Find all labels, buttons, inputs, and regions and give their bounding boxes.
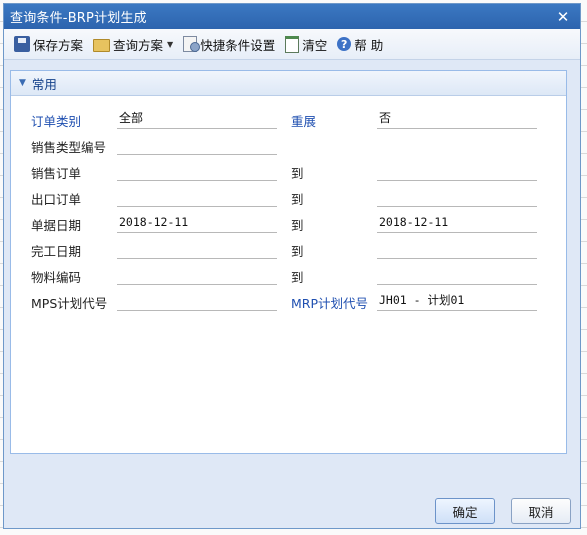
reexpand-label: 重展 — [291, 114, 317, 129]
help-button[interactable]: ? 帮 助 — [337, 35, 383, 54]
row-sales-type: 销售类型编号 — [11, 133, 566, 159]
row-finish-date: 完工日期 到 — [11, 237, 566, 263]
query-scheme-button[interactable]: 查询方案 ▼ — [93, 35, 173, 54]
reexpand-field[interactable]: 否 — [377, 107, 537, 129]
chevron-down-icon: ▼ — [167, 39, 174, 49]
close-icon[interactable]: ✕ — [554, 8, 572, 26]
help-label: 帮 助 — [354, 37, 384, 53]
query-scheme-label: 查询方案 — [113, 37, 164, 53]
row-doc-date: 单据日期 2018-12-11 到 2018-12-11 — [11, 211, 566, 237]
ok-button[interactable]: 确定 — [435, 498, 495, 524]
sales-type-field[interactable] — [117, 133, 277, 155]
order-type-label: 订单类别 — [31, 114, 82, 129]
sales-order-label: 销售订单 — [31, 166, 82, 181]
mrp-label: MRP计划代号 — [291, 296, 369, 311]
trash-icon — [285, 35, 300, 53]
panel-header-common[interactable]: ▼ 常用 — [11, 71, 566, 96]
to-label: 到 — [291, 192, 304, 207]
row-order-type: 订单类别 全部 重展 否 — [11, 107, 566, 133]
material-to-field[interactable] — [377, 263, 537, 285]
doc-date-to-field[interactable]: 2018-12-11 — [377, 211, 537, 233]
quick-condition-label: 快捷条件设置 — [200, 37, 276, 53]
row-export-order: 出口订单 到 — [11, 185, 566, 211]
folder-icon — [93, 39, 111, 52]
clear-button[interactable]: 清空 — [285, 35, 327, 54]
mps-field[interactable] — [117, 289, 277, 311]
common-panel: ▼ 常用 订单类别 全部 重展 否 销售类型编号 销售订单 到 出口订单 到 单… — [10, 70, 567, 454]
clear-label: 清空 — [302, 37, 328, 53]
quick-condition-button[interactable]: 快捷条件设置 — [183, 35, 275, 54]
finish-date-to-field[interactable] — [377, 237, 537, 259]
sales-order-from-field[interactable] — [117, 159, 277, 181]
save-scheme-button[interactable]: 保存方案 — [14, 35, 83, 54]
cancel-button[interactable]: 取消 — [511, 498, 571, 524]
row-material: 物料编码 到 — [11, 263, 566, 289]
material-label: 物料编码 — [31, 270, 82, 285]
save-icon — [14, 36, 30, 52]
finish-date-label: 完工日期 — [31, 244, 82, 259]
toolbar: 保存方案 查询方案 ▼ 快捷条件设置 清空 ? 帮 助 — [4, 29, 580, 60]
material-from-field[interactable] — [117, 263, 277, 285]
to-label: 到 — [291, 218, 304, 233]
export-order-to-field[interactable] — [377, 185, 537, 207]
save-scheme-label: 保存方案 — [33, 37, 84, 53]
title-bar: 查询条件-BRP计划生成 ✕ — [4, 4, 580, 29]
to-label: 到 — [291, 270, 304, 285]
panel-header-label: 常用 — [31, 76, 57, 92]
row-plan-code: MPS计划代号 MRP计划代号 JH01 - 计划01 — [11, 289, 566, 315]
help-icon: ? — [337, 37, 352, 51]
row-sales-order: 销售订单 到 — [11, 159, 566, 185]
finish-date-from-field[interactable] — [117, 237, 277, 259]
quick-settings-icon — [183, 36, 201, 52]
mps-label: MPS计划代号 — [31, 296, 108, 311]
doc-date-label: 单据日期 — [31, 218, 82, 233]
dialog-title: 查询条件-BRP计划生成 — [10, 11, 147, 26]
export-order-from-field[interactable] — [117, 185, 277, 207]
order-type-field[interactable]: 全部 — [117, 107, 277, 129]
chevron-down-icon: ▼ — [19, 78, 26, 88]
doc-date-from-field[interactable]: 2018-12-11 — [117, 211, 277, 233]
to-label: 到 — [291, 166, 304, 181]
mrp-field[interactable]: JH01 - 计划01 — [377, 289, 537, 311]
sales-order-to-field[interactable] — [377, 159, 537, 181]
footer-buttons: 确定 取消 — [419, 498, 571, 524]
sales-type-label: 销售类型编号 — [31, 140, 107, 155]
to-label: 到 — [291, 244, 304, 259]
export-order-label: 出口订单 — [31, 192, 82, 207]
